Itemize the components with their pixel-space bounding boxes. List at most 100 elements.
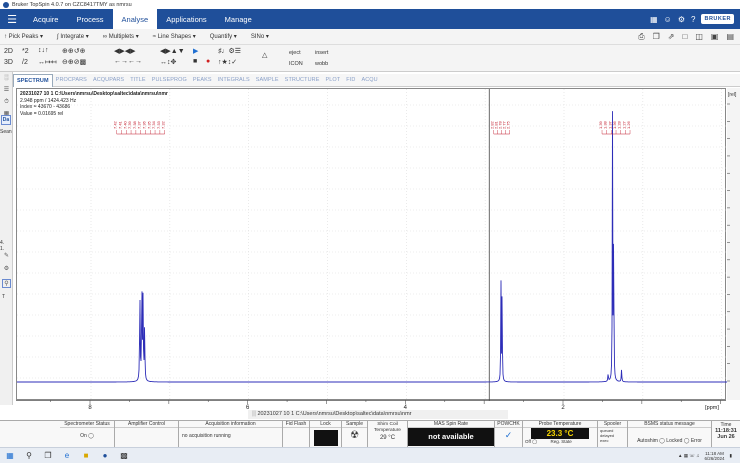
user-icon[interactable]: ☺ bbox=[664, 15, 672, 24]
system-tray: ▲ ▦ ☏ ♫ 11:18 AM 6/26/2024 ▮ bbox=[678, 451, 740, 461]
multiplets-button[interactable]: ∞ Multiplets ▾ bbox=[103, 33, 139, 40]
tab-procpars[interactable]: PROCPARS bbox=[53, 77, 90, 83]
hamburger-menu-icon[interactable]: ☰ bbox=[0, 9, 24, 29]
window-icon[interactable]: □ bbox=[682, 32, 687, 42]
notification-icon[interactable]: ▮ bbox=[730, 453, 732, 459]
arrows2-icon[interactable]: ↔↦↤ bbox=[38, 58, 57, 66]
taskbar-time: 11:18 AM bbox=[705, 450, 724, 456]
tab-sample[interactable]: SAMPLE bbox=[253, 77, 282, 83]
spectrum-plot: 7.42 7.41 7.40 7.39 7.38 7.37 7.36 7.35 7.34 7.33… bbox=[17, 89, 727, 401]
pulse-tools-icon[interactable]: ♯♩⚙☰ bbox=[218, 47, 241, 55]
bar-chart-icon[interactable]: ░ bbox=[2, 74, 11, 83]
on-toggle[interactable]: ◯ bbox=[88, 433, 94, 439]
peak-label: 1.26 bbox=[626, 120, 631, 129]
fid-flash: Fid Flash bbox=[283, 421, 310, 448]
help-icon[interactable]: ? bbox=[691, 15, 695, 24]
layout2-icon[interactable]: ▣ bbox=[711, 32, 719, 42]
rescale-icon[interactable]: ◀▶▲▼ bbox=[160, 47, 185, 55]
quantify-button[interactable]: Quantify ▾ bbox=[210, 33, 237, 40]
pulse-tools2-icon[interactable]: ↑★↕✓ bbox=[218, 58, 237, 66]
tab-acqupars[interactable]: ACQUPARS bbox=[90, 77, 127, 83]
topspin-taskbar-icon[interactable]: ● bbox=[101, 451, 109, 460]
pick-peaks-button[interactable]: ↑ Pick Peaks ▾ bbox=[4, 33, 43, 40]
copy-icon[interactable]: ❐ bbox=[653, 32, 660, 42]
dim-3d-button[interactable]: 3D bbox=[4, 59, 13, 66]
insert-button[interactable]: insert bbox=[315, 50, 328, 56]
bsms-status: BSMS status message Autoshim ◯ Locked ◯ … bbox=[628, 421, 712, 448]
shift-icon[interactable]: ◀▶◀▶ bbox=[114, 47, 136, 55]
autoshim-toggle[interactable]: ◯ bbox=[659, 438, 665, 444]
arrows-icon[interactable]: ↕↓↑ bbox=[38, 47, 49, 54]
scale-down-button[interactable]: /2 bbox=[22, 59, 28, 66]
tab-title[interactable]: TITLE bbox=[127, 77, 148, 83]
dataset-tabs: SPECTRUM PROCPARS ACQUPARS TITLE PULSEPR… bbox=[13, 73, 740, 87]
locked-toggle[interactable]: ◯ bbox=[684, 438, 690, 444]
windows-start-icon[interactable]: ▦ bbox=[6, 451, 14, 460]
intensity-axis: [rel] bbox=[727, 88, 740, 400]
amplifier-control: Amplifier Control bbox=[115, 421, 179, 448]
tab-plot[interactable]: PLOT bbox=[323, 77, 344, 83]
wobb-button[interactable]: wobb bbox=[315, 61, 328, 67]
tab-acqu[interactable]: ACQU bbox=[358, 77, 380, 83]
file-explorer-icon[interactable]: ■ bbox=[82, 451, 90, 460]
menu-acquire[interactable]: Acquire bbox=[24, 9, 67, 29]
edge-browser-icon[interactable]: e bbox=[63, 451, 71, 460]
spectrum-canvas[interactable]: 20231027 10 1 C:\Users\nmrsu\Desktop\sal… bbox=[16, 88, 727, 401]
powchk-check-icon: ✓ bbox=[504, 430, 513, 440]
data-tab[interactable]: Da bbox=[1, 115, 11, 125]
app-icon[interactable]: ▩ bbox=[120, 451, 128, 460]
icon-button[interactable]: ICON bbox=[289, 61, 303, 67]
probe-temperature: Probe Temperature 23.3 °C Off ◯ Reg. Sta… bbox=[523, 421, 598, 448]
powchk: POWCHK ✓ bbox=[495, 421, 523, 448]
sino-button[interactable]: SINo ▾ bbox=[251, 33, 269, 40]
taskbar-date: 6/26/2024 bbox=[704, 455, 725, 461]
sample-panel: Sample ☢ bbox=[342, 421, 368, 448]
export-icon[interactable]: ⇗ bbox=[668, 32, 675, 42]
search-icon[interactable]: ⚲ bbox=[25, 451, 33, 460]
menu-process[interactable]: Process bbox=[67, 9, 112, 29]
zoom-in-icon[interactable]: ⊕⊕↺⊕ bbox=[62, 47, 85, 55]
peak-label: 7.32 bbox=[161, 120, 166, 129]
tab-spectrum[interactable]: SPECTRUM bbox=[13, 73, 53, 87]
menu-analyse[interactable]: Analyse bbox=[112, 9, 158, 29]
record-icon[interactable]: ● bbox=[206, 58, 210, 65]
scale-up-button[interactable]: *2 bbox=[22, 48, 29, 55]
spooler: Spooler queued delayed exec bbox=[598, 421, 628, 448]
x-tick-label: 8 bbox=[88, 405, 92, 411]
list-icon[interactable]: ☰ bbox=[2, 86, 11, 95]
shift2-icon[interactable]: ←→←→ bbox=[114, 58, 142, 65]
gear-small-icon[interactable]: ⚙ bbox=[2, 265, 11, 274]
spectrum-trace bbox=[17, 111, 727, 383]
eject-button[interactable]: eject bbox=[289, 50, 301, 56]
x-unit-label: [ppm] bbox=[705, 405, 719, 411]
settings-icon[interactable]: ⚙ bbox=[678, 15, 685, 24]
layout-icon[interactable]: ◫ bbox=[695, 32, 703, 42]
tool-icon[interactable]: ✎ bbox=[2, 252, 11, 261]
tab-fid[interactable]: FID bbox=[343, 77, 358, 83]
text-tool-label[interactable]: T bbox=[2, 294, 5, 300]
layout3-icon[interactable]: ▤ bbox=[726, 32, 734, 42]
magnifier-icon[interactable]: ⚲ bbox=[2, 279, 11, 288]
menu-applications[interactable]: Applications bbox=[157, 9, 215, 29]
play-icon[interactable]: ▶ bbox=[193, 47, 198, 55]
line-shapes-button[interactable]: ≈ Line Shapes ▾ bbox=[153, 33, 196, 40]
tab-peaks[interactable]: PEAKS bbox=[190, 77, 215, 83]
tab-integrals[interactable]: INTEGRALS bbox=[215, 77, 253, 83]
rescale2-icon[interactable]: ↔↕✥ bbox=[160, 58, 176, 66]
grid-icon[interactable]: ▦ bbox=[650, 15, 658, 24]
zoom-out-icon[interactable]: ⊖⊕⊘▩ bbox=[62, 58, 86, 66]
tab-structure[interactable]: STRUCTURE bbox=[282, 77, 323, 83]
tray-icons[interactable]: ▲ ▦ ☏ ♫ bbox=[678, 453, 699, 459]
dim-2d-button[interactable]: 2D bbox=[4, 48, 13, 55]
task-view-icon[interactable]: ❐ bbox=[44, 451, 52, 460]
history-icon[interactable]: ⏱ bbox=[2, 98, 11, 107]
stop-icon[interactable]: ■ bbox=[193, 58, 197, 65]
up-icon[interactable]: △ bbox=[262, 51, 267, 59]
integrate-button[interactable]: ∫ Integrate ▾ bbox=[57, 33, 89, 40]
left-toolbar: ░ ☰ ⏱ ▦ Da Sean 4. 1. ✎ ⚙ ⚲ T bbox=[0, 72, 13, 405]
print-icon[interactable]: ⎙ bbox=[638, 32, 644, 42]
shim-coil-panel: Shim Coil Temperature 29 °C bbox=[368, 421, 408, 448]
menu-manage[interactable]: Manage bbox=[216, 9, 261, 29]
line-shapes-icon: ≈ bbox=[152, 34, 157, 40]
tab-pulseprog[interactable]: PULSEPROG bbox=[149, 77, 190, 83]
